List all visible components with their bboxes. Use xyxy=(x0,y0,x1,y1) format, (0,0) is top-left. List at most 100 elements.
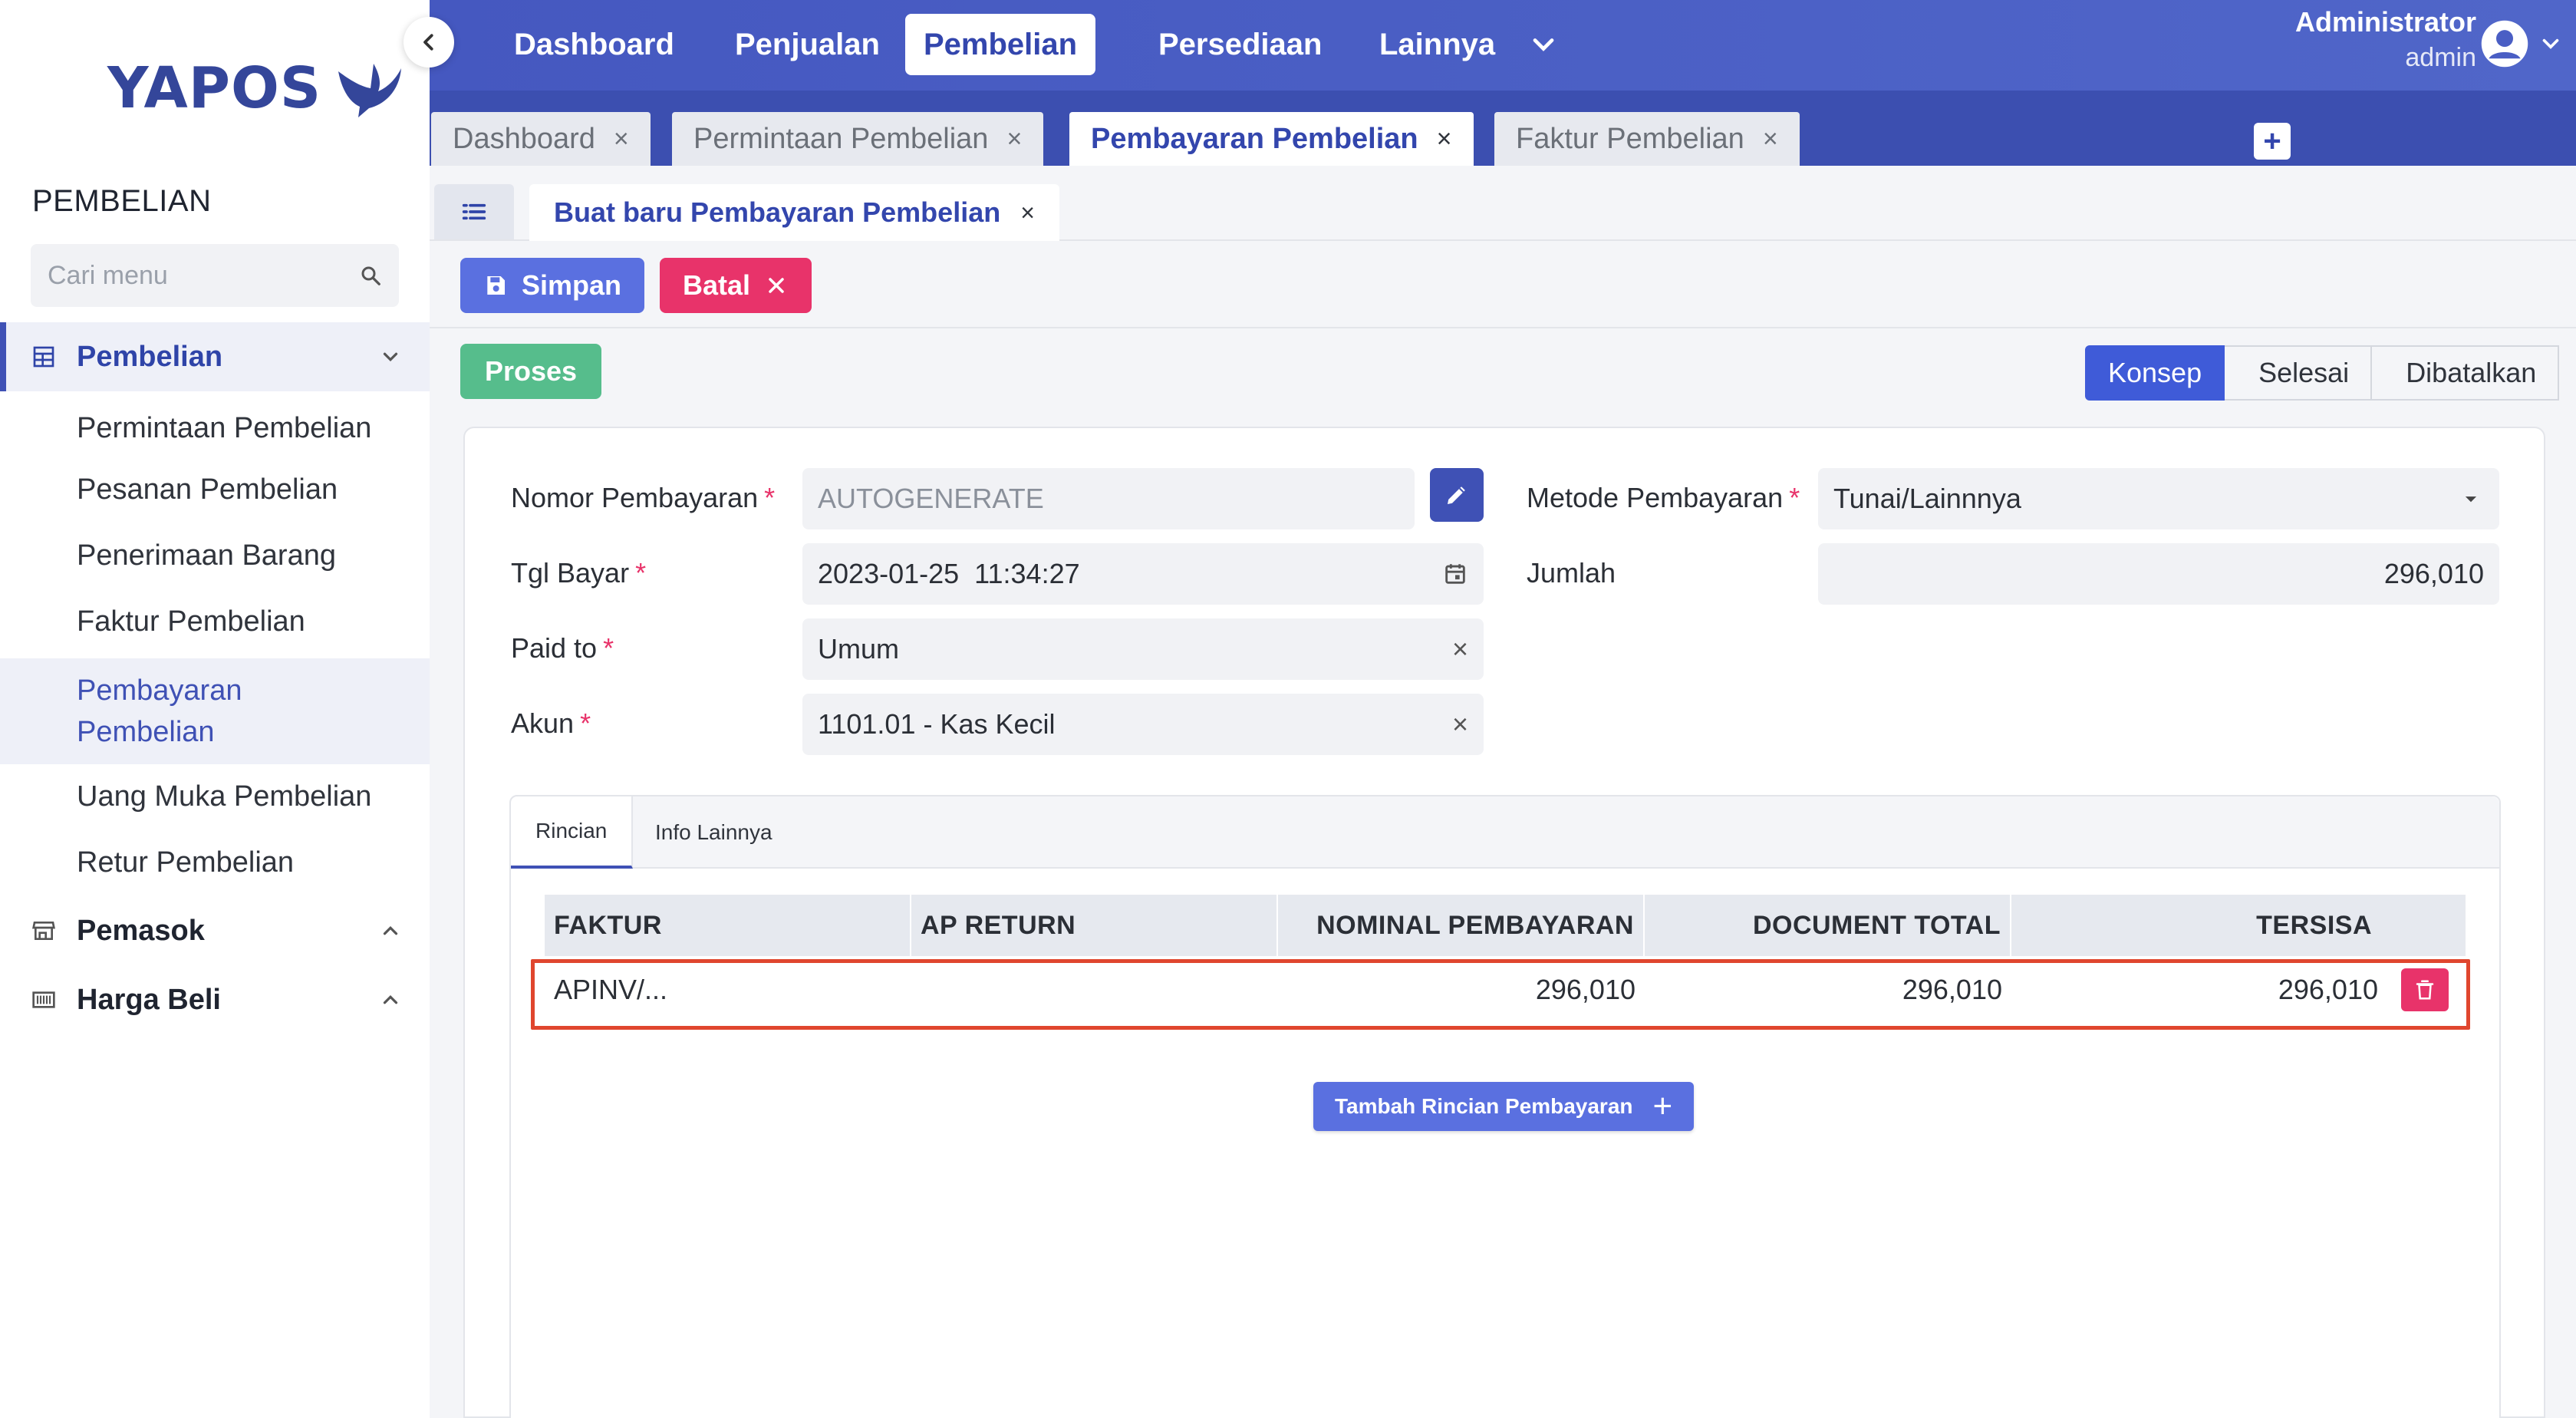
form-tab-label: Buat baru Pembayaran Pembelian xyxy=(554,196,1001,228)
close-icon[interactable]: × xyxy=(1437,124,1452,154)
detail-tabs: Rincian Info Lainnya xyxy=(511,796,2499,869)
metode-pembayaran-select[interactable]: Tunai/Lainnnya xyxy=(1818,468,2499,529)
sidebar-item-retur-pembelian[interactable]: Retur Pembelian xyxy=(0,839,430,885)
calendar-icon[interactable] xyxy=(1442,561,1468,587)
tab-rincian[interactable]: Rincian xyxy=(511,796,634,869)
detail-panel: Rincian Info Lainnya FAKTUR AP RETURN NO… xyxy=(509,795,2501,1418)
tab-info-lainnya[interactable]: Info Lainnya xyxy=(631,796,797,869)
jumlah-label: Jumlah xyxy=(1527,557,1616,589)
add-payment-detail-button[interactable]: Tambah Rincian Pembayaran + xyxy=(1313,1082,1695,1131)
column-header-document-total: DOCUMENT TOTAL xyxy=(1645,895,2011,956)
label-text: Paid to xyxy=(511,632,598,664)
paid-to-value: Umum xyxy=(818,633,899,664)
sidebar-item-penerimaan-barang[interactable]: Penerimaan Barang xyxy=(0,533,430,579)
doc-tab-pembayaran-pembelian[interactable]: Pembayaran Pembelian × xyxy=(1069,112,1474,166)
nomor-pembayaran-placeholder: AUTOGENERATE xyxy=(818,483,1044,514)
paid-to-label: Paid to * xyxy=(511,632,614,664)
close-icon[interactable]: × xyxy=(1020,199,1035,227)
store-icon xyxy=(31,918,57,944)
required-mark: * xyxy=(635,557,647,589)
add-tab-button[interactable]: + xyxy=(2254,123,2291,160)
cancel-button[interactable]: Batal xyxy=(660,258,812,313)
clear-icon[interactable]: × xyxy=(1452,708,1468,740)
required-mark: * xyxy=(603,632,614,664)
column-header-ap-return: AP RETURN xyxy=(911,895,1278,956)
paid-to-select[interactable]: Umum × xyxy=(802,618,1484,680)
search-icon[interactable] xyxy=(359,264,382,287)
doc-tab-faktur-pembelian[interactable]: Faktur Pembelian × xyxy=(1494,112,1800,166)
nomor-pembayaran-input[interactable]: AUTOGENERATE xyxy=(802,468,1415,529)
required-mark: * xyxy=(580,707,591,739)
sidebar: YAPOS PEMBELIAN Pembelian Permintaan Pem… xyxy=(0,0,454,1418)
sidebar-item-label-line2: Pembelian xyxy=(77,716,215,748)
form-tab-row: Buat baru Pembayaran Pembelian × xyxy=(430,166,2576,241)
doc-tab-dashboard[interactable]: Dashboard × xyxy=(431,112,651,166)
doc-tab-label: Pembayaran Pembelian xyxy=(1091,122,1418,155)
clear-icon[interactable]: × xyxy=(1452,633,1468,665)
chevron-left-icon xyxy=(423,34,433,51)
collapse-sidebar-button[interactable] xyxy=(404,17,454,68)
cell-nominal[interactable]: 296,010 xyxy=(1278,974,1645,1006)
form-tab-create-payment[interactable]: Buat baru Pembayaran Pembelian × xyxy=(529,184,1059,241)
jumlah-field: 296,010 xyxy=(1818,543,2499,605)
chevron-down-icon[interactable] xyxy=(1527,28,1560,61)
required-mark: * xyxy=(764,482,776,513)
chevron-up-icon xyxy=(383,994,398,1004)
sidebar-group-harga-beli[interactable]: Harga Beli xyxy=(0,965,430,1034)
list-view-button[interactable] xyxy=(434,184,514,239)
close-icon[interactable]: × xyxy=(1763,124,1778,154)
status-step-konsep: Konsep xyxy=(2085,345,2225,401)
document-tab-strip: Dashboard × Permintaan Pembelian × Pemba… xyxy=(430,91,2576,166)
column-header-tersisa: TERSISA xyxy=(2256,910,2372,940)
logo[interactable]: YAPOS xyxy=(107,54,404,123)
sidebar-group-pembelian[interactable]: Pembelian xyxy=(0,322,430,391)
label-text: Akun xyxy=(511,707,575,739)
chevron-down-icon xyxy=(383,352,398,362)
table-icon xyxy=(31,344,57,370)
logo-text: YAPOS xyxy=(107,55,322,121)
top-nav-lainnya[interactable]: Lainnya xyxy=(1361,14,1514,75)
save-button[interactable]: Simpan xyxy=(460,258,645,313)
cell-faktur[interactable]: APINV/... xyxy=(545,974,911,1006)
label-text: Metode Pembayaran xyxy=(1527,482,1784,513)
top-nav-pembelian[interactable]: Pembelian xyxy=(905,14,1096,75)
trash-icon xyxy=(2416,980,2434,1000)
table-row[interactable]: APINV/... 296,010 296,010 296,010 xyxy=(545,956,2466,1024)
cell-document-total: 296,010 xyxy=(1902,974,2002,1005)
sidebar-item-faktur-pembelian[interactable]: Faktur Pembelian xyxy=(0,599,430,645)
menu-search-input[interactable] xyxy=(48,260,339,291)
doc-tab-permintaan-pembelian[interactable]: Permintaan Pembelian × xyxy=(672,112,1044,166)
user-avatar-icon[interactable] xyxy=(2479,18,2530,69)
sidebar-item-uang-muka-pembelian[interactable]: Uang Muka Pembelian xyxy=(0,773,430,819)
label-text: Tgl Bayar xyxy=(511,557,630,589)
required-mark: * xyxy=(1789,482,1800,513)
top-nav-persediaan[interactable]: Persediaan xyxy=(1140,14,1340,75)
process-button[interactable]: Proses xyxy=(460,344,602,399)
menu-search[interactable] xyxy=(31,244,399,307)
close-icon[interactable]: × xyxy=(1006,124,1022,154)
sidebar-item-pembayaran-pembelian[interactable]: Pembayaran Pembelian xyxy=(0,658,430,764)
edit-number-button[interactable] xyxy=(1430,468,1484,522)
top-navigation-bar: Dashboard Penjualan Pembelian Persediaan… xyxy=(430,0,2576,91)
akun-select[interactable]: 1101.01 - Kas Kecil × xyxy=(802,694,1484,755)
sidebar-item-pesanan-pembelian[interactable]: Pesanan Pembelian xyxy=(0,467,430,513)
top-nav-dashboard[interactable]: Dashboard xyxy=(496,14,693,75)
sidebar-group-pemasok[interactable]: Pemasok xyxy=(0,896,430,965)
jumlah-value: 296,010 xyxy=(2383,558,2484,589)
user-name[interactable]: Administrator xyxy=(2295,6,2476,38)
add-payment-detail-label: Tambah Rincian Pembayaran xyxy=(1335,1094,1633,1118)
sidebar-group-label: Pembelian xyxy=(77,340,223,373)
sidebar-item-permintaan-pembelian[interactable]: Permintaan Pembelian xyxy=(0,405,430,451)
cancel-button-label: Batal xyxy=(683,269,751,301)
close-icon[interactable]: × xyxy=(614,124,629,154)
table-header: FAKTUR AP RETURN NOMINAL PEMBAYARAN DOCU… xyxy=(545,895,2466,956)
user-role[interactable]: admin xyxy=(2405,43,2476,73)
akun-label: Akun * xyxy=(511,707,591,740)
status-step-selesai: Selesai xyxy=(2225,345,2373,401)
metode-pembayaran-value: Tunai/Lainnnya xyxy=(1833,483,2021,514)
top-nav-penjualan[interactable]: Penjualan xyxy=(716,14,898,75)
chevron-down-icon[interactable] xyxy=(2538,31,2564,57)
form-toolbar: Simpan Batal xyxy=(430,241,2576,328)
tgl-bayar-input[interactable]: 2023-01-25 11:34:27 xyxy=(802,543,1484,605)
delete-row-button[interactable] xyxy=(2401,968,2449,1011)
